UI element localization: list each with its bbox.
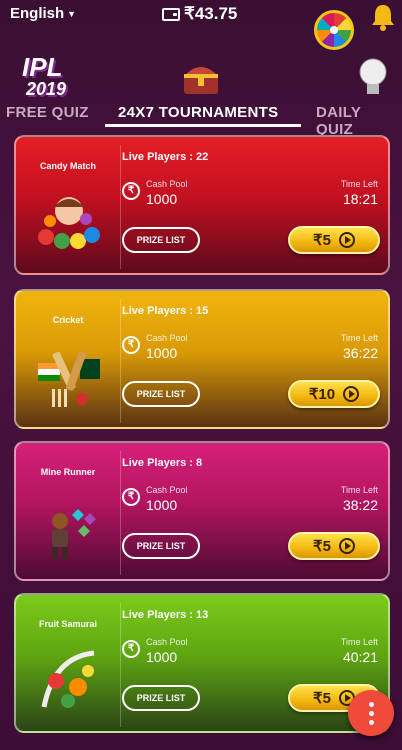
game-name: Fruit Samurai	[38, 619, 97, 629]
treasure-chest-icon[interactable]	[180, 58, 222, 98]
wallet-icon	[162, 7, 180, 21]
play-icon	[343, 386, 360, 402]
tournament-card-candy-match[interactable]: Candy Match Live Players : 22 ₹ Cash Poo…	[14, 135, 390, 275]
fab-dot	[369, 711, 374, 716]
entry-fee-amount: ₹5	[313, 232, 331, 249]
wallet-balance[interactable]: ₹43.75	[162, 4, 237, 24]
cash-pool-label: Cash Pool	[146, 179, 188, 189]
fruit-samurai-art	[41, 650, 95, 708]
rupee-icon: ₹	[122, 182, 140, 200]
live-players: Live Players : 15	[122, 305, 209, 317]
game-name: Candy Match	[39, 161, 96, 171]
tab-daily-quiz[interactable]: DAILY QUIZ	[316, 104, 402, 138]
time-left-value: 36:22	[342, 345, 378, 361]
game-name: Mine Runner	[40, 467, 96, 477]
entry-fee-button[interactable]: ₹10	[288, 380, 380, 408]
prize-list-button[interactable]: PRIZE LIST	[122, 227, 200, 253]
cash-pool-label: Cash Pool	[146, 485, 188, 495]
entry-fee-button[interactable]: ₹5	[288, 226, 380, 254]
cash-pool-label: Cash Pool	[146, 333, 188, 343]
entry-fee-amount: ₹5	[313, 538, 331, 555]
prize-list-button[interactable]: PRIZE LIST	[122, 533, 200, 559]
game-name: Cricket	[52, 315, 84, 325]
language-selector[interactable]: English ▼	[10, 5, 76, 22]
lightbulb-icon[interactable]	[356, 56, 390, 100]
chevron-down-icon: ▼	[67, 9, 77, 20]
time-left-value: 40:21	[342, 649, 378, 665]
active-tab-indicator	[105, 124, 301, 127]
time-left-label: Time Left	[340, 485, 378, 495]
spin-wheel-icon[interactable]	[314, 10, 354, 50]
rupee-icon: ₹	[122, 336, 140, 354]
entry-fee-amount: ₹5	[313, 690, 331, 707]
cash-pool-label: Cash Pool	[146, 637, 188, 647]
fab-dot	[369, 702, 374, 707]
entry-fee-button[interactable]: ₹5	[288, 532, 380, 560]
card-divider	[120, 299, 121, 423]
ipl-logo: IPL 2019	[22, 54, 67, 100]
live-players: Live Players : 13	[122, 609, 209, 621]
prize-list-button[interactable]: PRIZE LIST	[122, 381, 200, 407]
time-left-label: Time Left	[340, 637, 378, 647]
mine-runner-art	[52, 509, 96, 559]
cash-pool-value: 1000	[146, 497, 178, 513]
bell-icon[interactable]	[369, 2, 397, 32]
tournament-card-cricket[interactable]: Cricket Live Players : 15 ₹ Cash Pool 10…	[14, 289, 390, 429]
cash-pool-value: 1000	[146, 649, 178, 665]
ipl-logo-year: 2019	[26, 79, 67, 99]
play-icon	[338, 232, 355, 248]
cash-pool-value: 1000	[146, 191, 178, 207]
card-divider	[120, 145, 121, 269]
time-left-value: 38:22	[342, 497, 378, 513]
more-vertical-icon[interactable]	[348, 690, 394, 736]
tab-24x7-tournaments[interactable]: 24X7 TOURNAMENTS	[118, 104, 278, 121]
wallet-amount: ₹43.75	[184, 4, 238, 23]
tournament-nav: IPL 2019 FREE QUIZ 24X7 TOURNAMENTS DAIL…	[0, 52, 402, 138]
fab-dot	[369, 720, 374, 725]
tab-free-quiz[interactable]: FREE QUIZ	[6, 104, 89, 121]
cricket-art	[38, 351, 100, 407]
cash-pool-value: 1000	[146, 345, 178, 361]
entry-fee-amount: ₹10	[308, 386, 336, 403]
time-left-label: Time Left	[340, 333, 378, 343]
live-players: Live Players : 8	[122, 457, 203, 469]
live-players: Live Players : 22	[122, 151, 209, 163]
top-bar: English ▼ ₹43.75	[0, 0, 402, 50]
prize-list-button[interactable]: PRIZE LIST	[122, 685, 200, 711]
rupee-icon: ₹	[122, 640, 140, 658]
card-divider	[120, 451, 121, 575]
card-divider	[120, 603, 121, 727]
play-icon	[338, 538, 355, 554]
candy-match-art	[38, 197, 100, 249]
tournament-card-mine-runner[interactable]: Mine Runner Live Players : 8 ₹ Cash Pool…	[14, 441, 390, 581]
time-left-value: 18:21	[342, 191, 378, 207]
language-label: English	[10, 5, 65, 22]
tournament-card-fruit-samurai[interactable]: Fruit Samurai Live Players : 13 ₹ Cash P…	[14, 593, 390, 733]
time-left-label: Time Left	[340, 179, 378, 189]
rupee-icon: ₹	[122, 488, 140, 506]
